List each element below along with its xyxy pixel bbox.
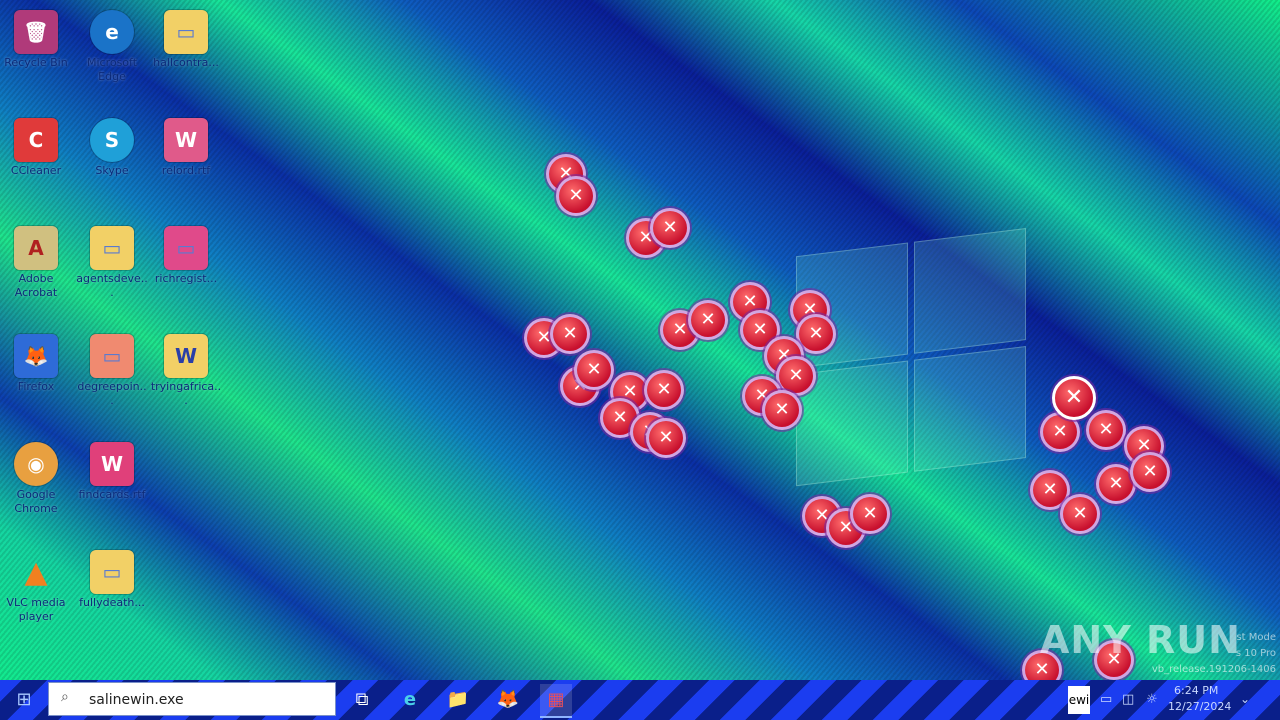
desktop-icon-label: richregist... [154, 272, 218, 285]
desktop-icon-label: Recycle Bin [4, 56, 68, 69]
image-file-icon: ▭ [90, 334, 134, 378]
chevron-down-icon[interactable]: ⌄ [1240, 692, 1250, 706]
search-icon: ⌕ [61, 689, 69, 705]
desktop-icon-label: Skype [95, 164, 129, 177]
start-button[interactable]: ⊞ [0, 680, 48, 720]
network-icon[interactable]: ▭ [1100, 692, 1112, 707]
windows-start-icon: ⊞ [16, 689, 32, 710]
desktop-icon-richregist[interactable]: ▭ richregist... [150, 220, 222, 320]
desktop-icon-label: findcards.rtf [78, 488, 146, 501]
firefox-icon: 🦊 [14, 334, 58, 378]
build-text: vb_release.191206-1406 [1151, 664, 1276, 675]
desktop-icon-label: Google Chrome [14, 488, 58, 515]
task-view-button[interactable]: ⧉ [346, 684, 378, 716]
vlc-icon: ▲ [24, 554, 48, 590]
desktop-icon-degreepoin[interactable]: ▭ degreepoin... [76, 328, 148, 428]
desktop-icon-label: Microsoft Edge [86, 56, 138, 83]
word-document-icon: W [164, 118, 208, 162]
desktop-icon-hallcontra[interactable]: ▭ hallcontra... [150, 4, 222, 104]
image-file-icon: ▭ [90, 226, 134, 270]
error-icon: ✕ [1086, 410, 1126, 450]
desktop-icon-label: hallcontra... [153, 56, 219, 69]
winrar-icon: ▦ [547, 689, 565, 710]
desktop-icon-label: agentsdeve... [76, 272, 148, 299]
clock-time[interactable]: 6:24 PM [1174, 684, 1218, 697]
taskbar-search-box[interactable]: ⌕ [48, 682, 336, 716]
desktop-icon-fullydeath[interactable]: ▭ fullydeath... [76, 544, 148, 644]
desktop-icon-findcards[interactable]: W findcards.rtf [76, 436, 148, 536]
recycle-bin-icon: 🗑 [14, 10, 58, 54]
error-icon: ✕ [850, 494, 890, 534]
error-icon: ✕ [574, 350, 614, 390]
taskbar: ⊞ ⌕ ⧉ e 📁 🦊 ▦ ewi ▭ ◫ ☼ 6:24 PM 12/27/20… [0, 680, 1280, 720]
edition-text: s 10 Pro [1235, 648, 1276, 659]
firefox-icon: 🦊 [496, 689, 520, 710]
desktop-icon-microsoft-edge[interactable]: e Microsoft Edge [76, 4, 148, 104]
error-icon: ✕ [644, 370, 684, 410]
error-icon: ✕ [688, 300, 728, 340]
edge-icon: e [90, 10, 134, 54]
error-icon: ✕ [1130, 452, 1170, 492]
chrome-icon: ◉ [14, 442, 58, 486]
desktop-icon-google-chrome[interactable]: ◉ Google Chrome [0, 436, 72, 536]
error-icon: ✕ [556, 176, 596, 216]
desktop-icon-label: relord.rtf [161, 164, 211, 177]
desktop-icon-recycle-bin[interactable]: 🗑 Recycle Bin [0, 4, 72, 104]
error-icon: ✕ [1060, 494, 1100, 534]
desktop-icon-vlc[interactable]: ▲ VLC media player [0, 544, 72, 644]
error-icon: ✕ [1052, 376, 1096, 420]
windows-logo-wallpaper [796, 228, 1028, 488]
error-icon: ✕ [762, 390, 802, 430]
desktop-icon-tryingafrica[interactable]: W tryingafrica... [150, 328, 222, 428]
error-icon: ✕ [650, 208, 690, 248]
desktop-icon-label: degreepoin... [77, 380, 147, 407]
word-document-icon: W [164, 334, 208, 378]
anyrun-watermark: ANY RUN [1040, 618, 1241, 662]
ccleaner-icon: C [14, 118, 58, 162]
taskbar-firefox-button[interactable]: 🦊 [492, 684, 524, 716]
taskbar-winrar-button[interactable]: ▦ [540, 684, 572, 718]
acrobat-icon: A [14, 226, 58, 270]
desktop-icon-adobe-acrobat[interactable]: A Adobe Acrobat [0, 220, 72, 320]
edge-icon: e [403, 689, 417, 710]
desktop-icon-label: Firefox [17, 380, 55, 393]
tray-overflow-label[interactable]: ewi [1068, 686, 1090, 714]
desktop-icon-label: tryingafrica... [150, 380, 222, 407]
taskbar-edge-button[interactable]: e [394, 684, 426, 716]
desktop[interactable]: 🗑 Recycle Bin C CCleaner A Adobe Acrobat… [0, 0, 1280, 690]
desktop-icon-label: CCleaner [10, 164, 62, 177]
clock-date[interactable]: 12/27/2024 [1168, 700, 1231, 713]
taskbar-file-explorer-button[interactable]: 📁 [442, 684, 474, 716]
desktop-icon-ccleaner[interactable]: C CCleaner [0, 112, 72, 212]
image-file-icon: ▭ [164, 226, 208, 270]
word-document-icon: W [90, 442, 134, 486]
image-file-icon: ▭ [164, 10, 208, 54]
desktop-icon-label: Adobe Acrobat [14, 272, 58, 299]
desktop-icon-label: fullydeath... [79, 596, 145, 609]
desktop-icon-relord[interactable]: W relord.rtf [150, 112, 222, 212]
wifi-icon[interactable]: ☼ [1146, 692, 1158, 707]
image-file-icon: ▭ [90, 550, 134, 594]
task-view-icon: ⧉ [355, 689, 369, 710]
desktop-icon-skype[interactable]: S Skype [76, 112, 148, 212]
skype-icon: S [90, 118, 134, 162]
desktop-icon-label: VLC media player [6, 596, 66, 623]
error-icon: ✕ [550, 314, 590, 354]
desktop-icon-agentsdeve[interactable]: ▭ agentsdeve... [76, 220, 148, 320]
error-icon: ✕ [646, 418, 686, 458]
volume-icon[interactable]: ◫ [1122, 692, 1134, 707]
test-mode-text: st Mode [1236, 632, 1276, 643]
search-input[interactable] [87, 689, 331, 711]
desktop-icon-firefox[interactable]: 🦊 Firefox [0, 328, 72, 428]
folder-icon: 📁 [446, 689, 470, 710]
